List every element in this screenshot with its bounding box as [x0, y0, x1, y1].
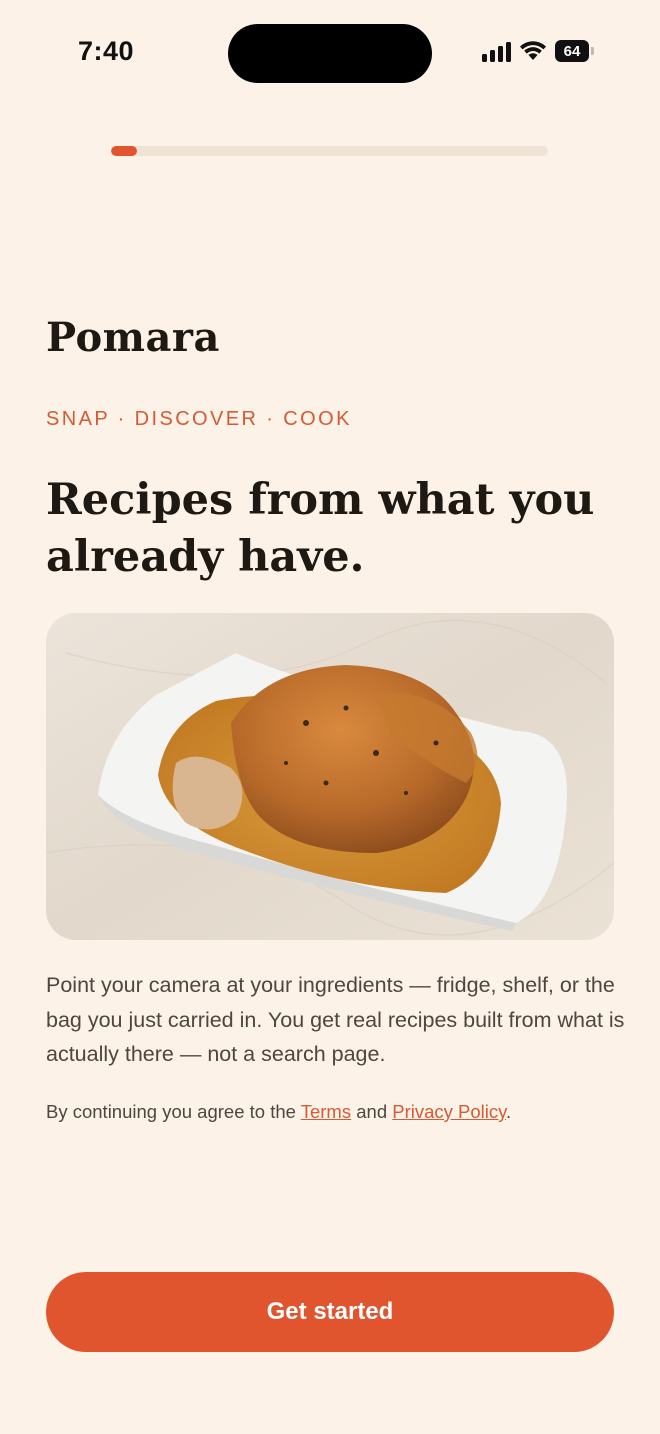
legal-prefix: By continuing you agree to the [46, 1101, 301, 1122]
dynamic-island [228, 24, 432, 83]
legal-notice: By continuing you agree to the Terms and… [46, 1098, 626, 1126]
status-icons: 64 [482, 40, 594, 62]
legal-connector: and [351, 1101, 393, 1122]
legal-suffix: . [506, 1101, 512, 1122]
privacy-policy-link[interactable]: Privacy Policy [392, 1101, 506, 1122]
onboarding-progress-fill [111, 146, 138, 156]
wifi-icon [520, 41, 546, 60]
page-title: Recipes from what you already have. [46, 475, 595, 582]
hero-image [46, 613, 614, 940]
status-bar: 7:40 64 [0, 0, 660, 100]
description-text: Point your camera at your ingredients — … [46, 973, 625, 1066]
get-started-button[interactable]: Get started [46, 1272, 614, 1352]
brand-logo-text: Pomara [46, 314, 220, 361]
battery-level: 64 [555, 40, 589, 62]
tagline: SNAP · DISCOVER · COOK [46, 408, 352, 430]
battery-icon: 64 [555, 40, 594, 62]
onboarding-progress-bar [111, 146, 548, 156]
status-time: 7:40 [78, 36, 135, 66]
terms-link[interactable]: Terms [301, 1101, 351, 1122]
signal-icon [482, 40, 511, 62]
